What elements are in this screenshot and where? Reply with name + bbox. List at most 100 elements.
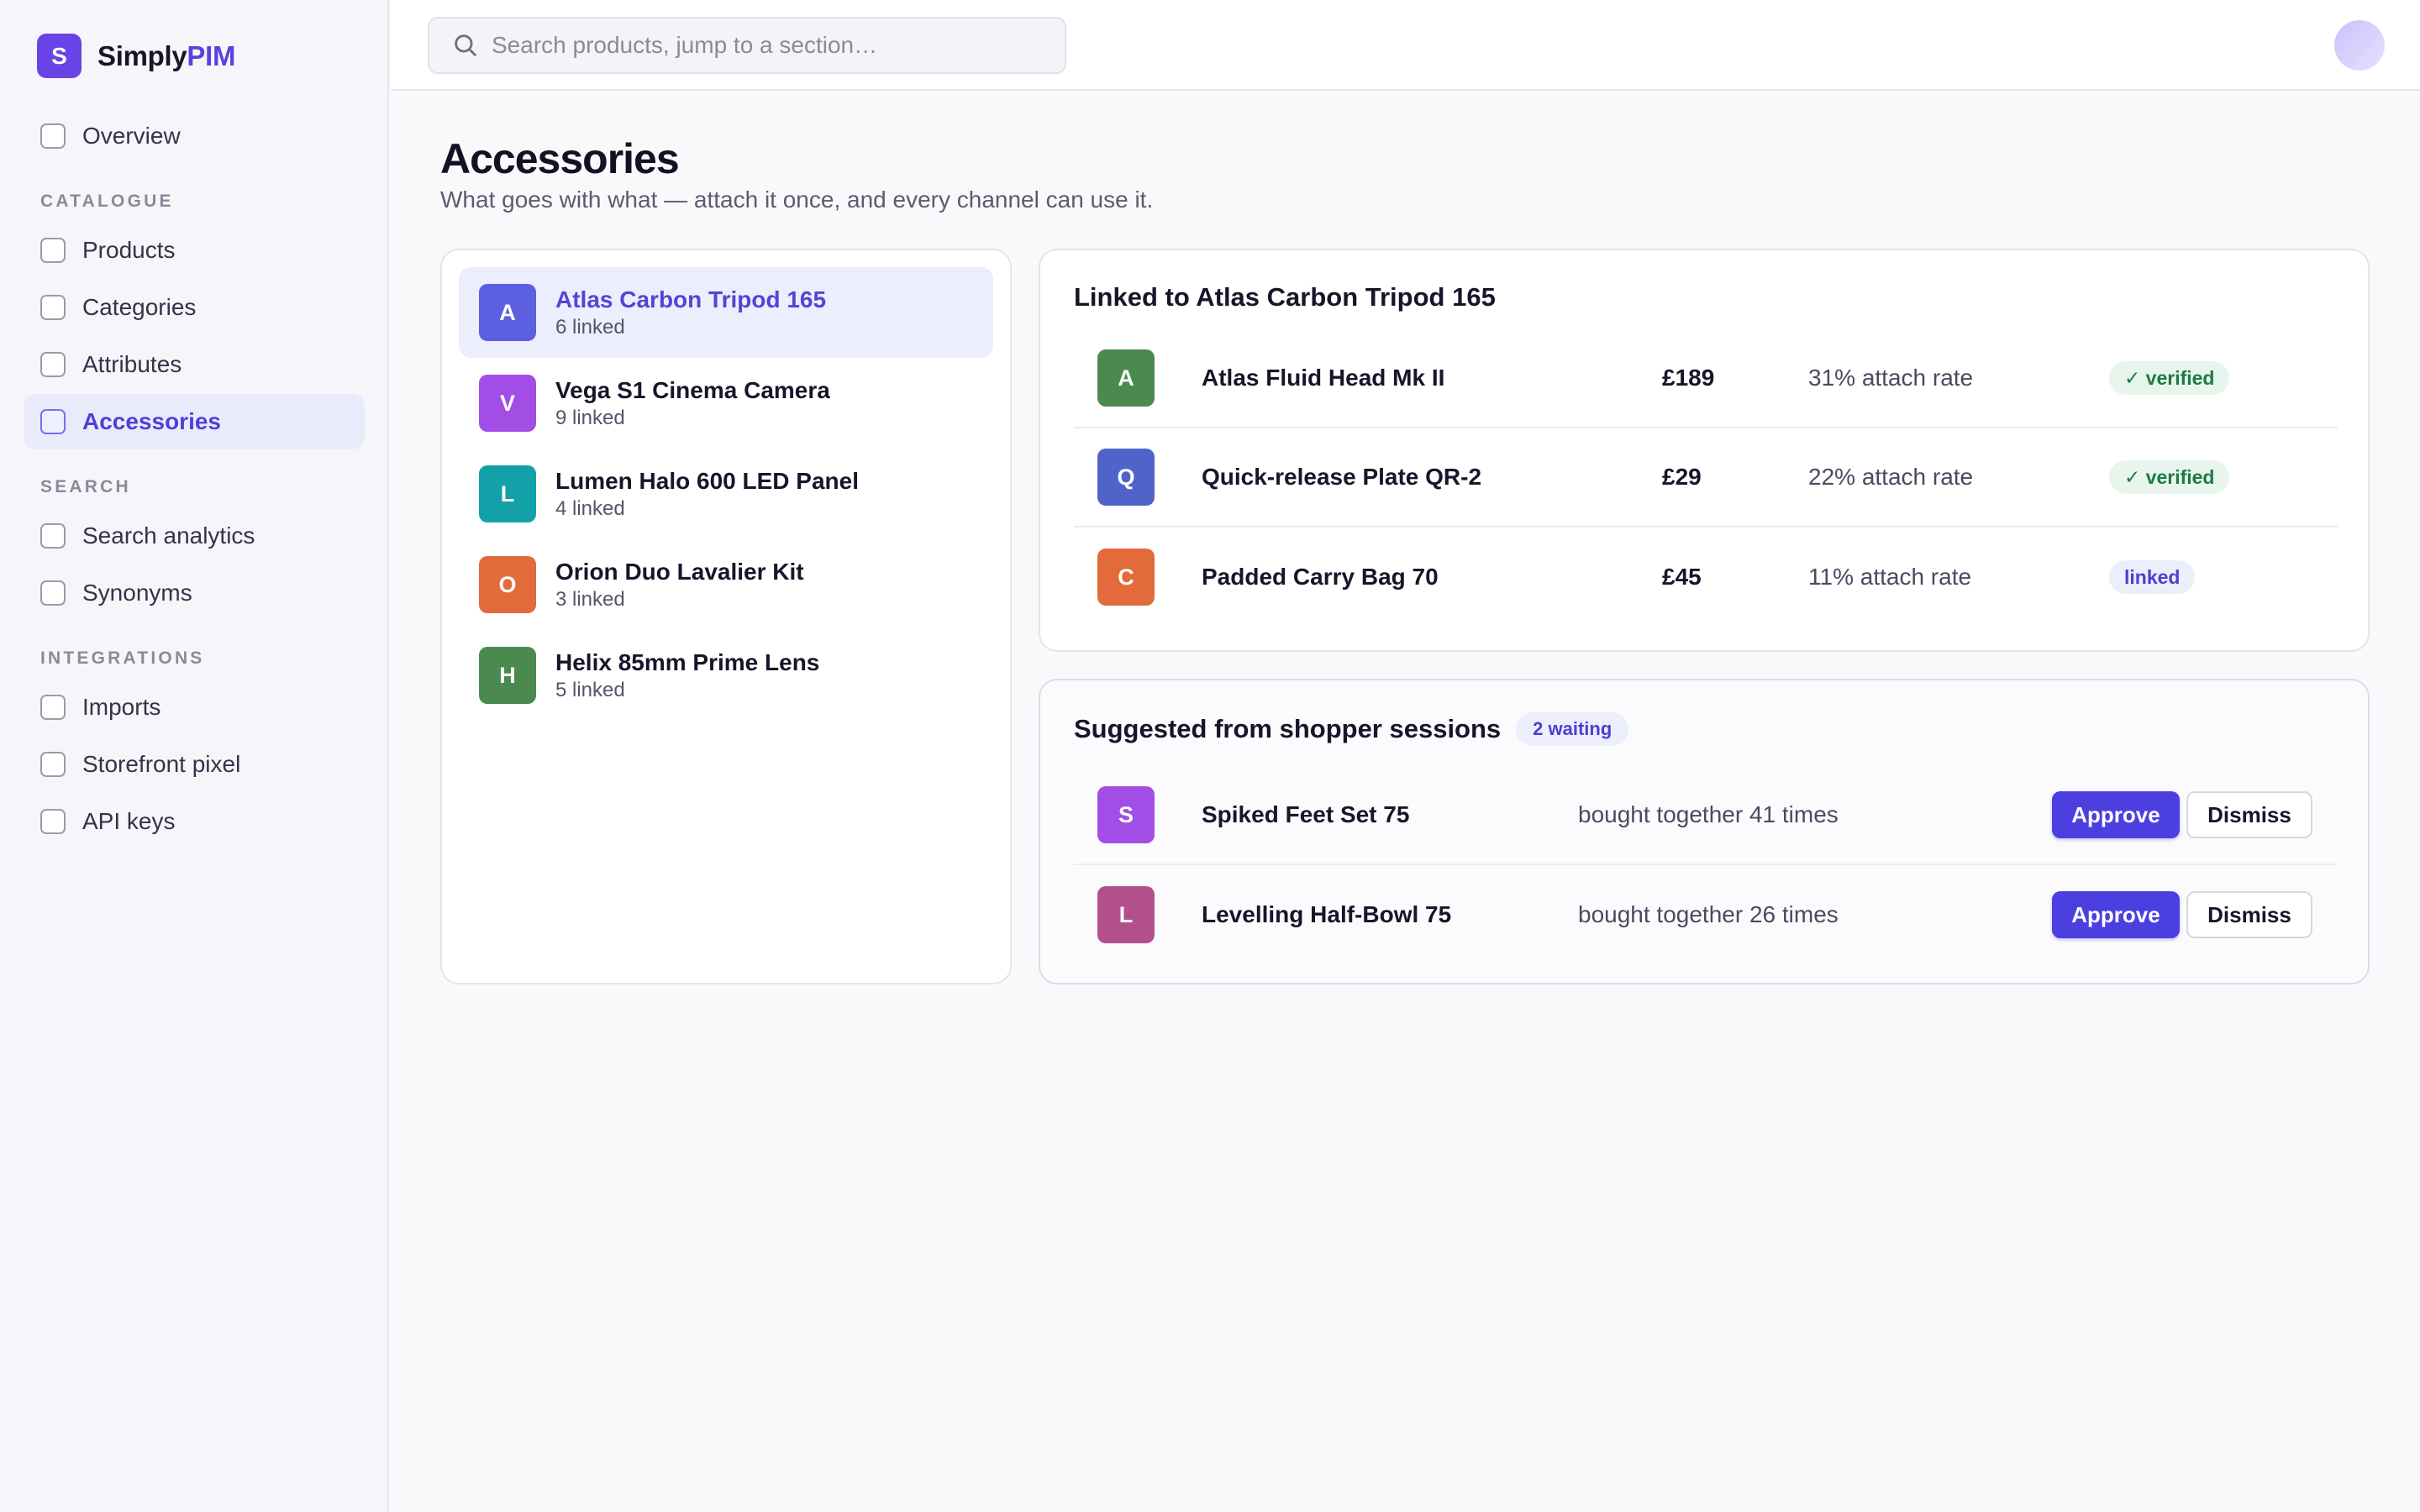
sidebar-item-label: Imports xyxy=(82,694,161,720)
suggestion-row: L Levelling Half-Bowl 75 bought together… xyxy=(1074,865,2338,964)
sidebar-item-label: Synonyms xyxy=(82,580,192,606)
linked-heading-text: Linked to Atlas Carbon Tripod 165 xyxy=(1074,282,1496,312)
suggestion-frequency: bought together 41 times xyxy=(1578,801,1839,827)
accessory-price: £189 xyxy=(1662,365,1715,391)
sidebar-item-synonyms[interactable]: Synonyms xyxy=(24,565,365,621)
search-box[interactable] xyxy=(428,17,1066,74)
product-list-item[interactable]: L Lumen Halo 600 LED Panel 4 linked xyxy=(459,449,993,539)
accessory-initial-tile: Q xyxy=(1097,449,1155,506)
checkbox-icon xyxy=(40,238,66,263)
sidebar-item-attributes[interactable]: Attributes xyxy=(24,337,365,392)
suggestion-row: S Spiked Feet Set 75 bought together 41 … xyxy=(1074,766,2338,865)
search-icon xyxy=(455,34,476,56)
waiting-count-badge: 2 waiting xyxy=(1516,712,1629,746)
product-list-card: A Atlas Carbon Tripod 165 6 linked V Vega… xyxy=(440,249,1012,984)
accessory-name: Padded Carry Bag 70 xyxy=(1202,564,1439,590)
linked-accessories-card: Linked to Atlas Carbon Tripod 165 A Atla… xyxy=(1039,249,2370,652)
sidebar-item-label: API keys xyxy=(82,808,176,834)
topbar xyxy=(391,0,2420,91)
accessory-name: Atlas Fluid Head Mk II xyxy=(1202,365,1445,391)
sidebar-item-accessories[interactable]: Accessories xyxy=(24,394,365,449)
dismiss-button[interactable]: Dismiss xyxy=(2186,891,2312,938)
sidebar-section-integrations: INTEGRATIONS xyxy=(40,648,205,668)
suggested-heading: Suggested from shopper sessions 2 waitin… xyxy=(1074,712,1629,746)
suggestion-name: Levelling Half-Bowl 75 xyxy=(1202,901,1452,927)
accessory-initial-tile: A xyxy=(1097,349,1155,407)
accessory-name: Quick-release Plate QR-2 xyxy=(1202,464,1482,490)
product-linked-count: 5 linked xyxy=(555,678,625,701)
status-badge: ✓ verified xyxy=(2109,460,2230,494)
product-name: Lumen Halo 600 LED Panel xyxy=(555,467,859,494)
sidebar-item-api-keys[interactable]: API keys xyxy=(24,794,365,849)
checkbox-icon xyxy=(40,523,66,549)
sidebar-item-label: Categories xyxy=(82,294,197,320)
product-name: Orion Duo Lavalier Kit xyxy=(555,558,804,585)
checkbox-icon xyxy=(40,409,66,434)
suggested-accessories-card: Suggested from shopper sessions 2 waitin… xyxy=(1039,679,2370,984)
status-badge: ✓ verified xyxy=(2109,361,2230,395)
status-badge: linked xyxy=(2109,560,2196,594)
suggestion-initial-tile: S xyxy=(1097,786,1155,843)
brand-name: SimplyPIM xyxy=(97,40,235,72)
product-initial-tile: O xyxy=(479,556,536,613)
product-name: Helix 85mm Prime Lens xyxy=(555,648,820,675)
suggested-heading-text: Suggested from shopper sessions xyxy=(1074,714,1502,743)
product-name: Atlas Carbon Tripod 165 xyxy=(555,286,827,312)
product-initial-tile: V xyxy=(479,375,536,432)
sidebar-item-label: Accessories xyxy=(82,408,222,434)
product-name: Vega S1 Cinema Camera xyxy=(555,376,830,403)
dismiss-button[interactable]: Dismiss xyxy=(2186,791,2312,838)
sidebar-item-label: Attributes xyxy=(82,351,182,377)
sidebar-item-products[interactable]: Products xyxy=(24,223,365,278)
checkbox-icon xyxy=(40,352,66,377)
sidebar-item-label: Overview xyxy=(82,123,181,149)
sidebar-item-label: Storefront pixel xyxy=(82,751,241,777)
sidebar-item-categories[interactable]: Categories xyxy=(24,280,365,335)
sidebar-item-overview[interactable]: Overview xyxy=(24,108,365,164)
sidebar-item-label: Search analytics xyxy=(82,522,255,549)
checkbox-icon xyxy=(40,752,66,777)
user-avatar[interactable] xyxy=(2334,20,2385,71)
linked-accessory-row[interactable]: Q Quick-release Plate QR-2 £29 22% attac… xyxy=(1074,428,2338,528)
product-list-item[interactable]: V Vega S1 Cinema Camera 9 linked xyxy=(459,358,993,449)
product-list-item[interactable]: O Orion Duo Lavalier Kit 3 linked xyxy=(459,539,993,630)
sidebar-section-catalogue: CATALOGUE xyxy=(40,192,174,211)
product-linked-count: 6 linked xyxy=(555,315,625,339)
accessory-initial-tile: C xyxy=(1097,549,1155,606)
accessory-attach-rate: 31% attach rate xyxy=(1808,365,1974,391)
product-initial-tile: H xyxy=(479,647,536,704)
accessory-attach-rate: 11% attach rate xyxy=(1808,564,1972,590)
checkbox-icon xyxy=(40,123,66,149)
checkbox-icon xyxy=(40,695,66,720)
checkbox-icon xyxy=(40,295,66,320)
suggestion-name: Spiked Feet Set 75 xyxy=(1202,801,1410,827)
linked-accessory-row[interactable]: A Atlas Fluid Head Mk II £189 31% attach… xyxy=(1074,329,2338,428)
accessory-price: £45 xyxy=(1662,564,1702,590)
brand-name-prefix: Simply xyxy=(97,39,187,71)
linked-heading: Linked to Atlas Carbon Tripod 165 xyxy=(1074,282,1496,312)
product-linked-count: 3 linked xyxy=(555,587,625,611)
page-title: Accessories xyxy=(440,135,680,182)
sidebar-item-storefront-pixel[interactable]: Storefront pixel xyxy=(24,737,365,792)
product-linked-count: 4 linked xyxy=(555,496,625,520)
brand-mark-icon: S xyxy=(37,34,82,78)
brand-logo[interactable]: S SimplyPIM xyxy=(37,34,235,78)
checkbox-icon xyxy=(40,809,66,834)
sidebar-item-search-analytics[interactable]: Search analytics xyxy=(24,508,365,564)
checkbox-icon xyxy=(40,580,66,606)
page-subtitle: What goes with what — attach it once, an… xyxy=(440,186,1154,213)
accessory-price: £29 xyxy=(1662,464,1702,490)
sidebar-item-imports[interactable]: Imports xyxy=(24,680,365,735)
approve-button[interactable]: Approve xyxy=(2052,891,2180,938)
product-initial-tile: A xyxy=(479,284,536,341)
brand-name-accent: PIM xyxy=(187,39,236,71)
product-list-item[interactable]: H Helix 85mm Prime Lens 5 linked xyxy=(459,630,993,721)
approve-button[interactable]: Approve xyxy=(2052,791,2180,838)
sidebar: S SimplyPIM Overview CATALOGUE Products … xyxy=(0,0,389,1512)
accessory-attach-rate: 22% attach rate xyxy=(1808,464,1974,490)
search-input[interactable] xyxy=(492,32,1029,59)
product-list-item[interactable]: A Atlas Carbon Tripod 165 6 linked xyxy=(459,267,993,358)
sidebar-section-search: SEARCH xyxy=(40,477,131,496)
linked-accessory-row[interactable]: C Padded Carry Bag 70 £45 11% attach rat… xyxy=(1074,528,2338,627)
suggestion-frequency: bought together 26 times xyxy=(1578,901,1839,927)
